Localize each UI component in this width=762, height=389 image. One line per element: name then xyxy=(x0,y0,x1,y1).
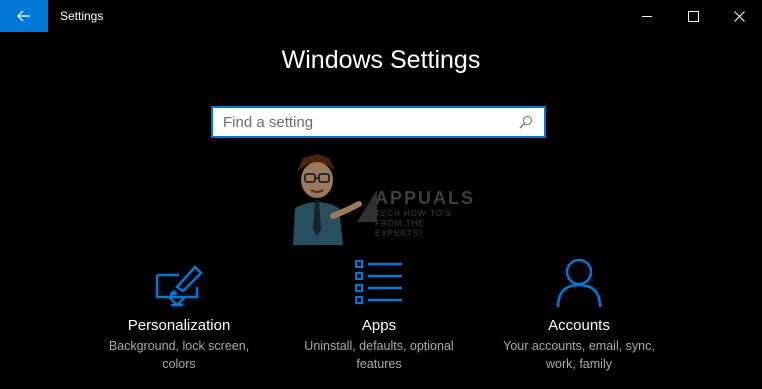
maximize-icon xyxy=(687,10,699,22)
search-icon[interactable] xyxy=(518,114,534,130)
back-button[interactable] xyxy=(0,0,48,32)
minimize-button[interactable] xyxy=(624,0,670,32)
tile-desc: Background, lock screen, colors xyxy=(89,337,269,373)
tile-desc-line: features xyxy=(356,357,402,371)
apps-icon xyxy=(355,260,402,304)
tile-desc-line: colors xyxy=(162,357,196,371)
tile-title: Accounts xyxy=(548,317,610,334)
app-title: Settings xyxy=(60,9,104,23)
close-icon xyxy=(733,10,745,22)
tile-desc-line: Uninstall, defaults, optional xyxy=(304,339,454,353)
tile-accounts[interactable]: Accounts Your accounts, email, sync, wor… xyxy=(489,255,669,373)
tile-desc-line: Background, lock screen, xyxy=(108,339,250,353)
tile-title: Personalization xyxy=(127,317,231,334)
close-button[interactable] xyxy=(716,0,762,32)
watermark-brand: APPUALS xyxy=(375,188,476,208)
tile-apps[interactable]: Apps Uninstall, defaults, optional featu… xyxy=(289,255,469,373)
tile-desc: Your accounts, email, sync, work, family xyxy=(489,337,669,373)
maximize-button[interactable] xyxy=(670,0,716,32)
tile-personalization[interactable]: Personalization Background, lock screen,… xyxy=(89,255,269,373)
accounts-icon xyxy=(556,258,602,308)
search-box[interactable] xyxy=(211,106,546,138)
page-title: Windows Settings xyxy=(281,46,481,74)
tile-desc-line: Your accounts, email, sync, xyxy=(503,339,655,353)
tile-title: Apps xyxy=(361,317,397,334)
back-arrow-icon xyxy=(17,10,30,22)
title-bar: Settings xyxy=(0,0,762,32)
mascot-logo xyxy=(293,154,377,245)
search-input[interactable] xyxy=(223,113,518,131)
tile-desc-line: work, family xyxy=(546,357,612,371)
personalization-icon xyxy=(155,265,203,307)
window-controls xyxy=(624,0,762,32)
minimize-icon xyxy=(641,15,652,17)
watermark-tagline: TECH HOW-TO'S FROM THE EXPERTS! xyxy=(375,209,452,238)
tile-desc: Uninstall, defaults, optional features xyxy=(289,337,469,373)
appuals-watermark: APPUALS TECH HOW-TO'S FROM THE EXPERTS! xyxy=(285,150,480,245)
